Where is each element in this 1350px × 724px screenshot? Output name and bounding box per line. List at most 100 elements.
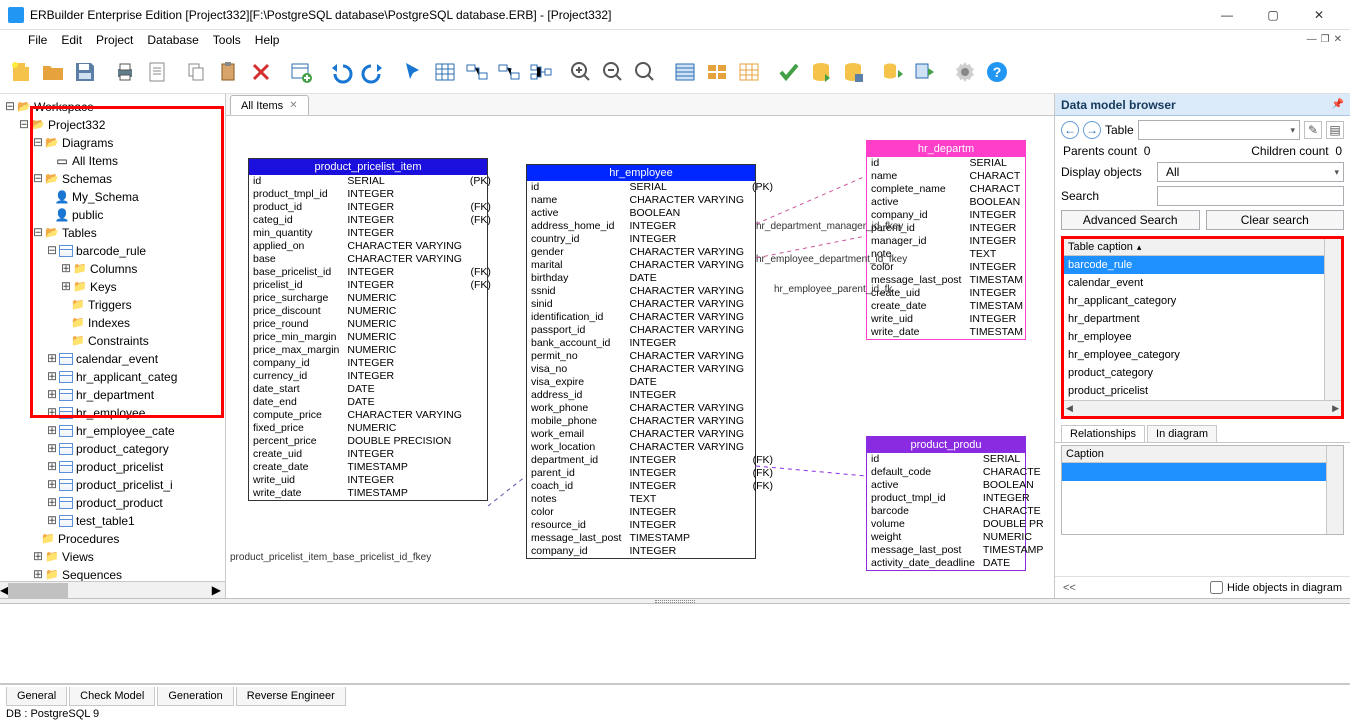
rel-grid-item[interactable] xyxy=(1062,463,1326,481)
menu-edit[interactable]: Edit xyxy=(61,33,82,47)
tab-general[interactable]: General xyxy=(6,687,67,706)
grid-vscroll[interactable] xyxy=(1324,239,1341,400)
menu-file[interactable]: File xyxy=(28,33,47,47)
tree-views[interactable]: Views xyxy=(62,548,94,566)
grid-item[interactable]: hr_employee_category xyxy=(1064,346,1324,364)
table-tool-button[interactable] xyxy=(430,57,460,87)
tree-diagrams[interactable]: Diagrams xyxy=(62,134,113,152)
tab-check-model[interactable]: Check Model xyxy=(69,687,155,706)
rel-grid-header[interactable]: Caption xyxy=(1062,446,1326,463)
grid-header[interactable]: Table caption xyxy=(1064,239,1324,256)
rel-vscroll[interactable] xyxy=(1326,446,1343,534)
tree-table[interactable]: hr_employee xyxy=(76,404,145,422)
tree-columns[interactable]: Columns xyxy=(90,260,137,278)
tree-schema2[interactable]: public xyxy=(72,206,103,224)
grid-hscroll[interactable]: ◀▶ xyxy=(1064,400,1341,416)
tree-table[interactable]: product_pricelist xyxy=(76,458,163,476)
er-table-employee[interactable]: hr_employee idSERIAL(PK)nameCHARACTER VA… xyxy=(526,164,756,559)
close-button[interactable]: ✕ xyxy=(1296,0,1342,30)
search-input[interactable] xyxy=(1157,186,1344,206)
matrix-view-button[interactable] xyxy=(734,57,764,87)
tree-hscroll[interactable]: ◀▶ xyxy=(0,581,225,598)
undo-button[interactable] xyxy=(326,57,356,87)
relation-nonidentifying-button[interactable] xyxy=(494,57,524,87)
display-combo[interactable]: All xyxy=(1157,162,1344,182)
help-button[interactable]: ? xyxy=(982,57,1012,87)
tree-table[interactable]: hr_department xyxy=(76,386,154,404)
paste-button[interactable] xyxy=(214,57,244,87)
tree-table[interactable]: hr_applicant_categ xyxy=(76,368,177,386)
relationships-grid[interactable]: Caption xyxy=(1061,445,1344,535)
maximize-button[interactable]: ▢ xyxy=(1250,0,1296,30)
grid-item[interactable]: hr_employee xyxy=(1064,328,1324,346)
grid-item[interactable]: hr_department xyxy=(1064,310,1324,328)
tree-table[interactable]: product_pricelist_i xyxy=(76,476,173,494)
db-sync-button[interactable] xyxy=(910,57,940,87)
edit-button[interactable]: ✎ xyxy=(1304,121,1322,139)
mdi-restore[interactable]: ❐ xyxy=(1321,34,1330,45)
type-combo[interactable] xyxy=(1138,120,1300,140)
tree-table[interactable]: calendar_event xyxy=(76,350,158,368)
copy-button[interactable] xyxy=(182,57,212,87)
tree-table[interactable]: barcode_rule xyxy=(76,242,146,260)
menu-database[interactable]: Database xyxy=(147,33,198,47)
tree-table[interactable]: product_category xyxy=(76,440,169,458)
hide-checkbox[interactable] xyxy=(1210,581,1223,594)
menu-project[interactable]: Project xyxy=(96,33,133,47)
tab-reverse-engineer[interactable]: Reverse Engineer xyxy=(236,687,346,706)
print-button[interactable] xyxy=(110,57,140,87)
nav-back-button[interactable]: ← xyxy=(1061,121,1079,139)
tree-tables[interactable]: Tables xyxy=(62,224,97,242)
db-reverse-button[interactable] xyxy=(878,57,908,87)
grid-item[interactable]: calendar_event xyxy=(1064,274,1324,292)
tree-workspace[interactable]: Workspace xyxy=(34,98,94,116)
tree-constraints[interactable]: Constraints xyxy=(88,332,149,350)
db-save-button[interactable] xyxy=(838,57,868,87)
tab-close-icon[interactable]: ✕ xyxy=(289,100,297,111)
er-table-department[interactable]: hr_departm idSERIALnameCHARACTcomplete_n… xyxy=(866,140,1026,340)
save-button[interactable] xyxy=(70,57,100,87)
open-button[interactable] xyxy=(38,57,68,87)
mdi-minimize[interactable]: — xyxy=(1307,34,1317,45)
mdi-close[interactable]: ✕ xyxy=(1334,34,1342,45)
table-grid[interactable]: Table caption barcode_rule calendar_even… xyxy=(1061,236,1344,419)
tab-generation[interactable]: Generation xyxy=(157,687,233,706)
zoom-in-button[interactable] xyxy=(566,57,596,87)
tree-table[interactable]: test_table1 xyxy=(76,512,135,530)
redo-button[interactable] xyxy=(358,57,388,87)
new-button[interactable] xyxy=(6,57,36,87)
tree-schema1[interactable]: My_Schema xyxy=(72,188,139,206)
tree-all-items[interactable]: All Items xyxy=(72,152,118,170)
hide-objects-checkbox[interactable]: Hide objects in diagram xyxy=(1210,581,1342,594)
grid-item[interactable]: product_pricelist xyxy=(1064,382,1324,400)
tree-project[interactable]: Project332 xyxy=(48,116,105,134)
delete-button[interactable] xyxy=(246,57,276,87)
tab-relationships[interactable]: Relationships xyxy=(1061,425,1145,442)
zoom-out-button[interactable] xyxy=(598,57,628,87)
diagram-canvas[interactable]: product_pricelist_item idSERIAL(PK)produ… xyxy=(226,116,1054,598)
tree-triggers[interactable]: Triggers xyxy=(88,296,132,314)
diagram-tab[interactable]: All Items✕ xyxy=(230,95,309,115)
list-view-button[interactable] xyxy=(670,57,700,87)
tree-indexes[interactable]: Indexes xyxy=(88,314,130,332)
tree-procedures[interactable]: Procedures xyxy=(58,530,119,548)
grid-view-button[interactable] xyxy=(702,57,732,87)
clear-search-button[interactable]: Clear search xyxy=(1206,210,1345,230)
pointer-button[interactable] xyxy=(398,57,428,87)
tree-sequences[interactable]: Sequences xyxy=(62,566,122,581)
goto-button[interactable]: ▤ xyxy=(1326,121,1344,139)
minimize-button[interactable]: — xyxy=(1204,0,1250,30)
tree-keys[interactable]: Keys xyxy=(90,278,117,296)
grid-item[interactable]: barcode_rule xyxy=(1064,256,1324,274)
grid-item[interactable]: hr_applicant_category xyxy=(1064,292,1324,310)
db-generate-button[interactable] xyxy=(806,57,836,87)
relation-many-button[interactable] xyxy=(526,57,556,87)
menu-tools[interactable]: Tools xyxy=(213,33,241,47)
grid-item[interactable]: product_category xyxy=(1064,364,1324,382)
nav-forward-button[interactable]: → xyxy=(1083,121,1101,139)
tree-schemas[interactable]: Schemas xyxy=(62,170,112,188)
tree-table[interactable]: product_product xyxy=(76,494,163,512)
settings-button[interactable] xyxy=(950,57,980,87)
validate-button[interactable] xyxy=(774,57,804,87)
relation-identifying-button[interactable] xyxy=(462,57,492,87)
